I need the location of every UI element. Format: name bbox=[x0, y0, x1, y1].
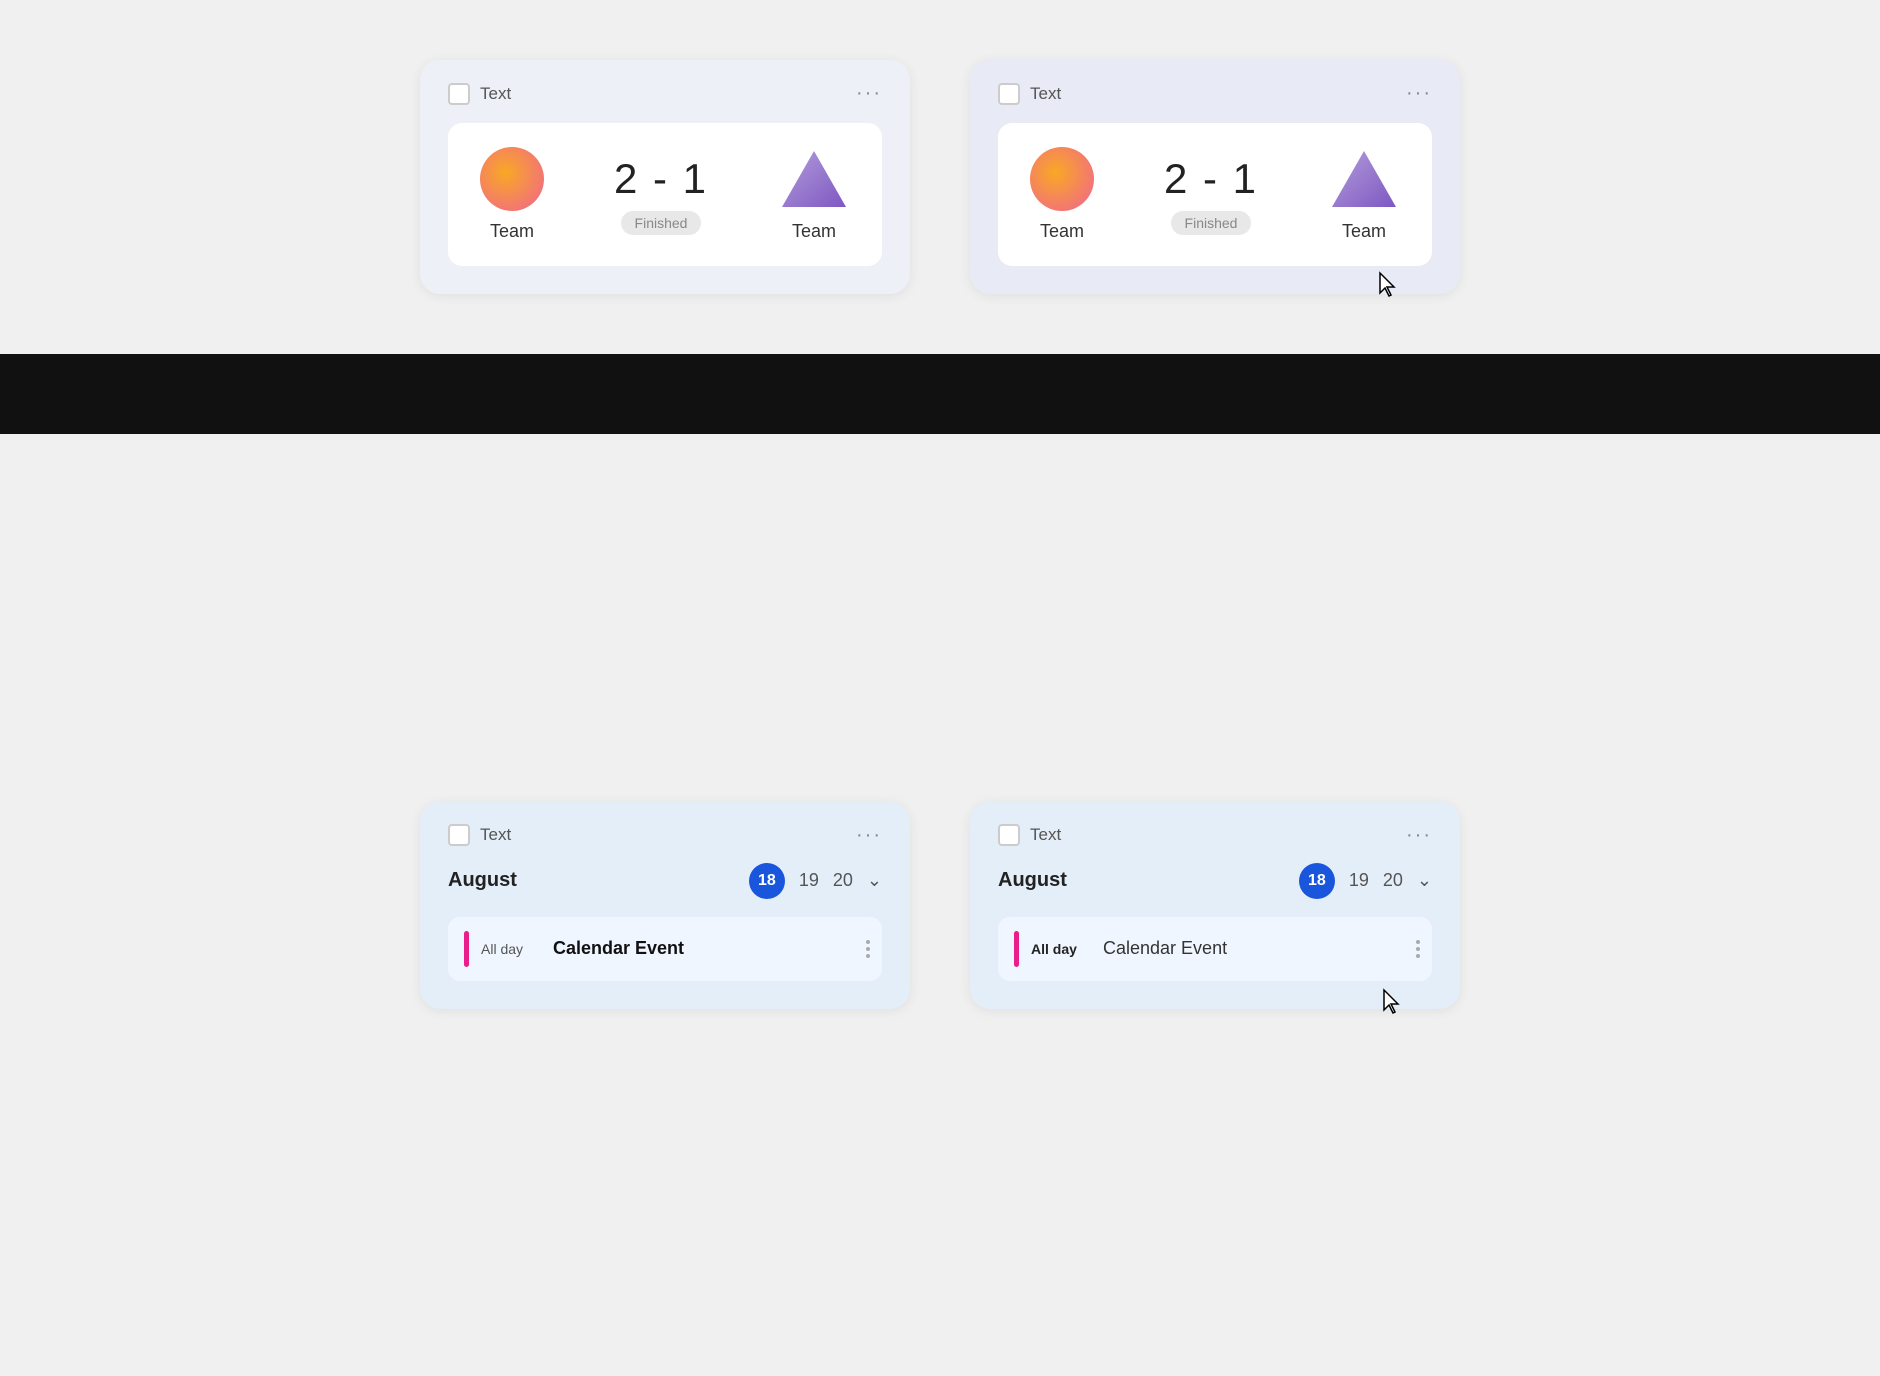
cal-day-active-1[interactable]: 18 bbox=[749, 863, 785, 899]
cal-month-2: August bbox=[998, 869, 1285, 892]
cal-header-left-2: Text bbox=[998, 824, 1061, 846]
card-header-2: Text ··· bbox=[998, 82, 1432, 105]
event-dot-5 bbox=[1416, 947, 1420, 951]
cal-checkbox-2[interactable] bbox=[998, 824, 1020, 846]
card-header-1: Text ··· bbox=[448, 82, 882, 105]
cal-day-active-2[interactable]: 18 bbox=[1299, 863, 1335, 899]
team-block-left-1: Team bbox=[480, 147, 544, 242]
cal-header-2: Text ··· bbox=[998, 824, 1432, 847]
cal-menu-2[interactable]: ··· bbox=[1406, 824, 1432, 847]
score-content-2: Team 2 - 1 Finished bbox=[998, 123, 1432, 266]
team-circle-icon-1 bbox=[480, 147, 544, 211]
cal-title-1: Text bbox=[480, 825, 511, 845]
event-allday-2: All day bbox=[1031, 941, 1091, 957]
team-block-left-2: Team bbox=[1030, 147, 1094, 242]
event-dot-3 bbox=[866, 954, 870, 958]
event-menu-dots-2[interactable] bbox=[1416, 940, 1420, 958]
event-bar-1 bbox=[464, 931, 469, 967]
card-header-left-2: Text bbox=[998, 83, 1061, 105]
card-menu-1[interactable]: ··· bbox=[856, 82, 882, 105]
card-header-left-1: Text bbox=[448, 83, 511, 105]
team-label-left-2: Team bbox=[1040, 221, 1084, 242]
chevron-down-icon-1[interactable]: ⌄ bbox=[867, 870, 882, 891]
score-center-1: 2 - 1 Finished bbox=[614, 155, 708, 235]
score-card-1: Text ··· Team 2 - 1 Finished bbox=[420, 60, 910, 294]
cal-checkbox-1[interactable] bbox=[448, 824, 470, 846]
cal-day2-2[interactable]: 19 bbox=[1349, 870, 1369, 891]
event-name-1: Calendar Event bbox=[553, 938, 684, 959]
cal-event-1: All day Calendar Event bbox=[448, 917, 882, 981]
team-circle-icon-2 bbox=[1030, 147, 1094, 211]
team-block-right-1: Team bbox=[778, 147, 850, 242]
cal-menu-1[interactable]: ··· bbox=[856, 824, 882, 847]
cal-dates-row-1: August 18 19 20 ⌄ bbox=[448, 863, 882, 899]
score-center-2: 2 - 1 Finished bbox=[1164, 155, 1258, 235]
event-allday-1: All day bbox=[481, 941, 541, 957]
score-content-1: Team 2 - 1 Finished bbox=[448, 123, 882, 266]
cal-card-2: Text ··· August 18 19 20 ⌄ All day Calen… bbox=[970, 802, 1460, 1009]
event-dot-6 bbox=[1416, 954, 1420, 958]
cal-card-1: Text ··· August 18 19 20 ⌄ All day Calen… bbox=[420, 802, 910, 1009]
card-menu-2[interactable]: ··· bbox=[1406, 82, 1432, 105]
team-triangle-icon-2 bbox=[1328, 147, 1400, 211]
team-triangle-icon-1 bbox=[778, 147, 850, 211]
divider-bar bbox=[0, 354, 1880, 434]
event-dot-1 bbox=[866, 940, 870, 944]
event-menu-dots-1[interactable] bbox=[866, 940, 870, 958]
card-title-1: Text bbox=[480, 84, 511, 104]
cal-dates-row-2: August 18 19 20 ⌄ bbox=[998, 863, 1432, 899]
cal-event-2: All day Calendar Event bbox=[998, 917, 1432, 981]
finished-badge-1: Finished bbox=[621, 211, 702, 235]
team-label-left-1: Team bbox=[490, 221, 534, 242]
score-number-1: 2 - 1 bbox=[614, 155, 708, 203]
event-bar-2 bbox=[1014, 931, 1019, 967]
cal-header-1: Text ··· bbox=[448, 824, 882, 847]
team-label-right-2: Team bbox=[1342, 221, 1386, 242]
chevron-down-icon-2[interactable]: ⌄ bbox=[1417, 870, 1432, 891]
event-dot-2 bbox=[866, 947, 870, 951]
score-number-2: 2 - 1 bbox=[1164, 155, 1258, 203]
finished-badge-2: Finished bbox=[1171, 211, 1252, 235]
team-label-right-1: Team bbox=[792, 221, 836, 242]
cal-day3-1[interactable]: 20 bbox=[833, 870, 853, 891]
cal-month-1: August bbox=[448, 869, 735, 892]
event-dot-4 bbox=[1416, 940, 1420, 944]
event-name-2: Calendar Event bbox=[1103, 938, 1227, 959]
cal-title-2: Text bbox=[1030, 825, 1061, 845]
cal-day2-1[interactable]: 19 bbox=[799, 870, 819, 891]
cal-day3-2[interactable]: 20 bbox=[1383, 870, 1403, 891]
score-card-2: Text ··· Team 2 - 1 Finished bbox=[970, 60, 1460, 294]
card-checkbox-2[interactable] bbox=[998, 83, 1020, 105]
card-title-2: Text bbox=[1030, 84, 1061, 104]
card-checkbox-1[interactable] bbox=[448, 83, 470, 105]
team-block-right-2: Team bbox=[1328, 147, 1400, 242]
cal-header-left-1: Text bbox=[448, 824, 511, 846]
